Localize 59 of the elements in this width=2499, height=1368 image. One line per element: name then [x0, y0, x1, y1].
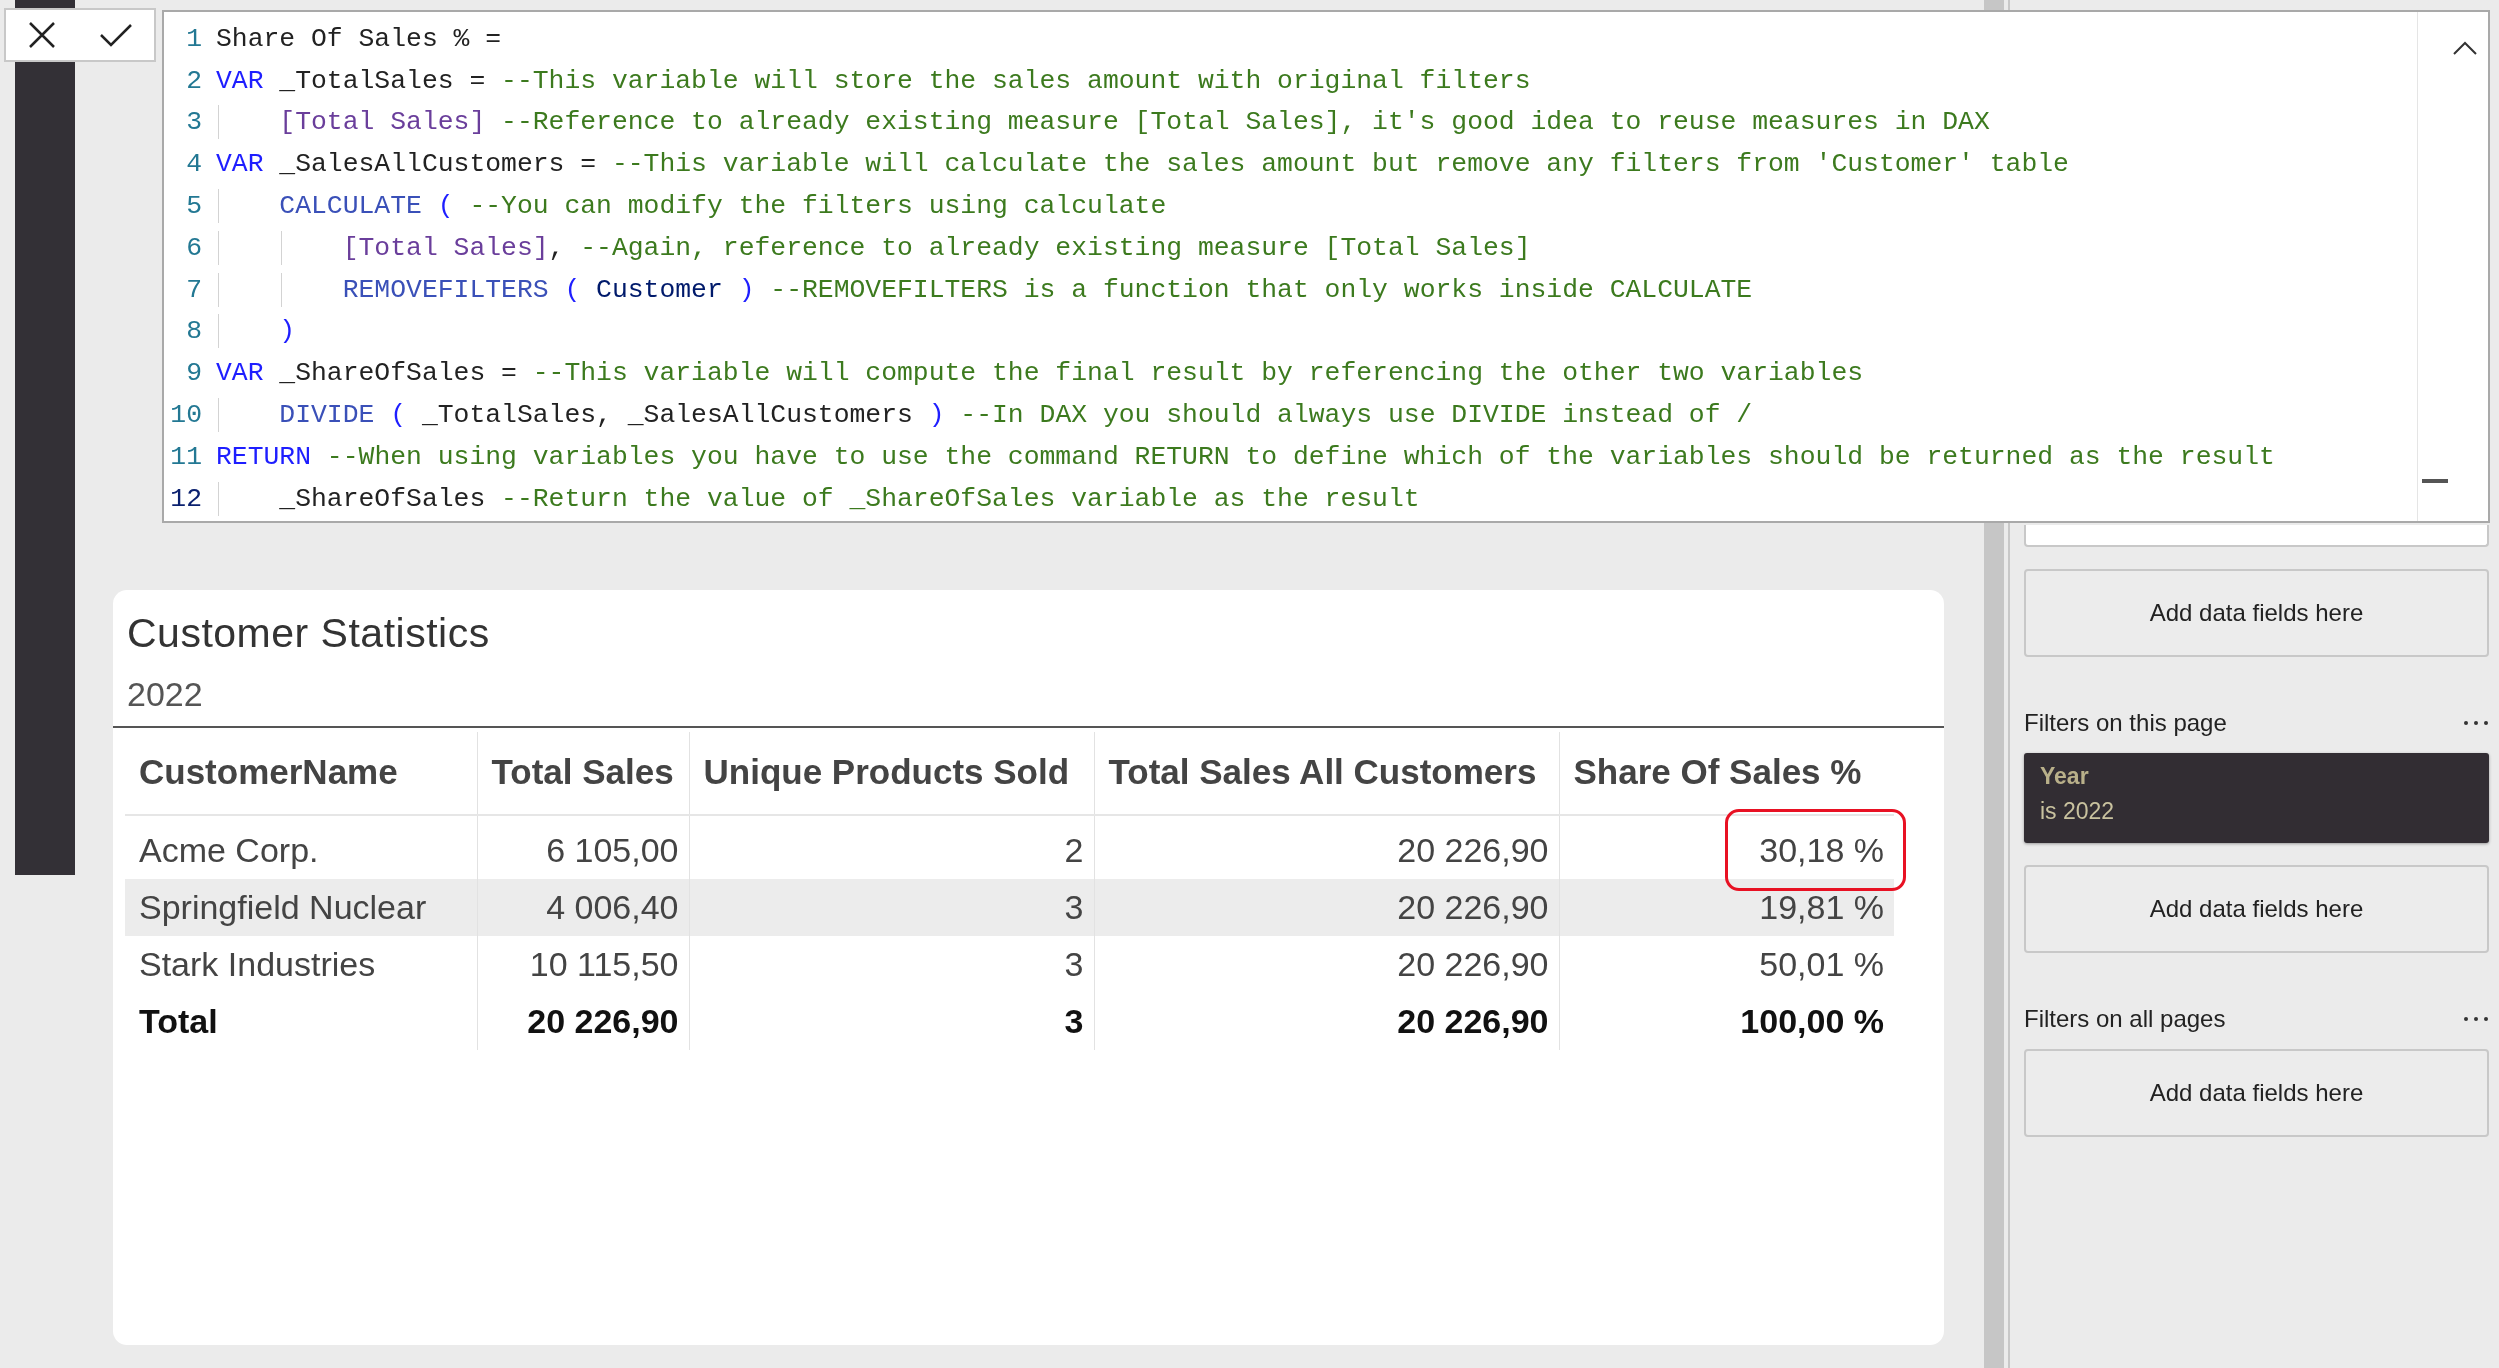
column-header[interactable]: Unique Products Sold [689, 732, 1094, 815]
line-number: 7 [185, 274, 203, 305]
formula-editor[interactable] [162, 10, 2490, 523]
line-number: 6 [185, 232, 203, 263]
drop-zone[interactable]: Add data fields here [2024, 865, 2489, 953]
table-cell: 20 226,90 [1094, 936, 1559, 993]
total-cell: 20 226,90 [1094, 993, 1559, 1050]
more-options-icon[interactable] [2463, 720, 2489, 726]
line-number: 10 [169, 400, 203, 431]
line-number: 12 [169, 483, 203, 514]
line-number: 4 [185, 149, 203, 180]
line-number: 5 [185, 191, 203, 222]
code-line: [Total Sales] --Reference to already existing measure [Total Sales], it's good idea to reuse measures in DAX [216, 107, 1990, 138]
code-line: _ShareOfSales --Return the value of _ShareOfSales variable as the result [216, 483, 1420, 514]
line-number: 9 [185, 358, 203, 389]
code-line: CALCULATE ( --You can modify the filters using calculate [216, 191, 1167, 222]
total-cell: 100,00 % [1559, 993, 1894, 1050]
scroll-thumb[interactable] [2422, 479, 2448, 483]
filter-card[interactable]: Year is 2022 [2024, 753, 2489, 843]
drop-zone[interactable]: Add data fields here [2024, 569, 2489, 657]
column-header[interactable]: Share Of Sales % [1559, 732, 1894, 815]
line-number: 2 [185, 65, 203, 96]
table-cell: 3 [689, 879, 1094, 936]
table-cell: 50,01 % [1559, 936, 1894, 993]
column-header[interactable]: CustomerName [125, 732, 477, 815]
code-line: REMOVEFILTERS ( Customer ) --REMOVEFILTERS is a function that only works inside CALCULATE [216, 274, 1753, 305]
visual-title: Customer Statistics [126, 610, 491, 657]
table-cell: 3 [689, 936, 1094, 993]
line-number: 1 [185, 23, 203, 54]
section-heading: Filters on this page [2024, 709, 2227, 737]
code-line: VAR _SalesAllCustomers = --This variable will calculate the sales amount but remove any filters from 'Customer' table [216, 149, 2069, 180]
check-icon[interactable] [99, 22, 133, 48]
total-cell: Total [125, 993, 477, 1050]
code-line: ) [216, 316, 296, 347]
table-cell: 4 006,40 [477, 879, 689, 936]
table-cell: 10 115,50 [477, 936, 689, 993]
column-header[interactable]: Total Sales All Customers [1094, 732, 1559, 815]
code-line: VAR _ShareOfSales = --This variable will compute the final result by referencing the other two variables [216, 358, 1864, 389]
code-line: VAR _TotalSales = --This variable will store the sales amount with original filters [216, 65, 1531, 96]
more-options-icon[interactable] [2463, 1016, 2489, 1022]
column-header[interactable]: Total Sales [477, 732, 689, 815]
total-cell: 3 [689, 993, 1094, 1050]
section-heading: Filters on all pages [2024, 1005, 2226, 1033]
collapse-icon[interactable] [2452, 40, 2478, 56]
line-number: 11 [169, 441, 203, 472]
total-cell: 20 226,90 [477, 993, 689, 1050]
code-line: Share Of Sales % = [216, 23, 502, 54]
code-line: DIVIDE ( _TotalSales, _SalesAllCustomers ) --In DAX you should always use DIVIDE instead of / [216, 400, 1753, 431]
table-cell: 19,81 % [1559, 879, 1894, 936]
line-number: 3 [185, 107, 203, 138]
code-line: RETURN --When using variables you have to use the command RETURN to define which of the variables should be returned as the result [216, 441, 2275, 472]
table-cell: 20 226,90 [1094, 879, 1559, 936]
table-cell: Springfield Nuclear [125, 879, 477, 936]
visual-subtitle: 2022 [126, 674, 204, 714]
table-cell: Stark Industries [125, 936, 477, 993]
code-line: [Total Sales], --Again, reference to already existing measure [Total Sales] [216, 232, 1531, 263]
close-icon[interactable] [27, 20, 57, 50]
line-number: 8 [185, 316, 203, 347]
drop-zone[interactable]: Add data fields here [2024, 1049, 2489, 1137]
